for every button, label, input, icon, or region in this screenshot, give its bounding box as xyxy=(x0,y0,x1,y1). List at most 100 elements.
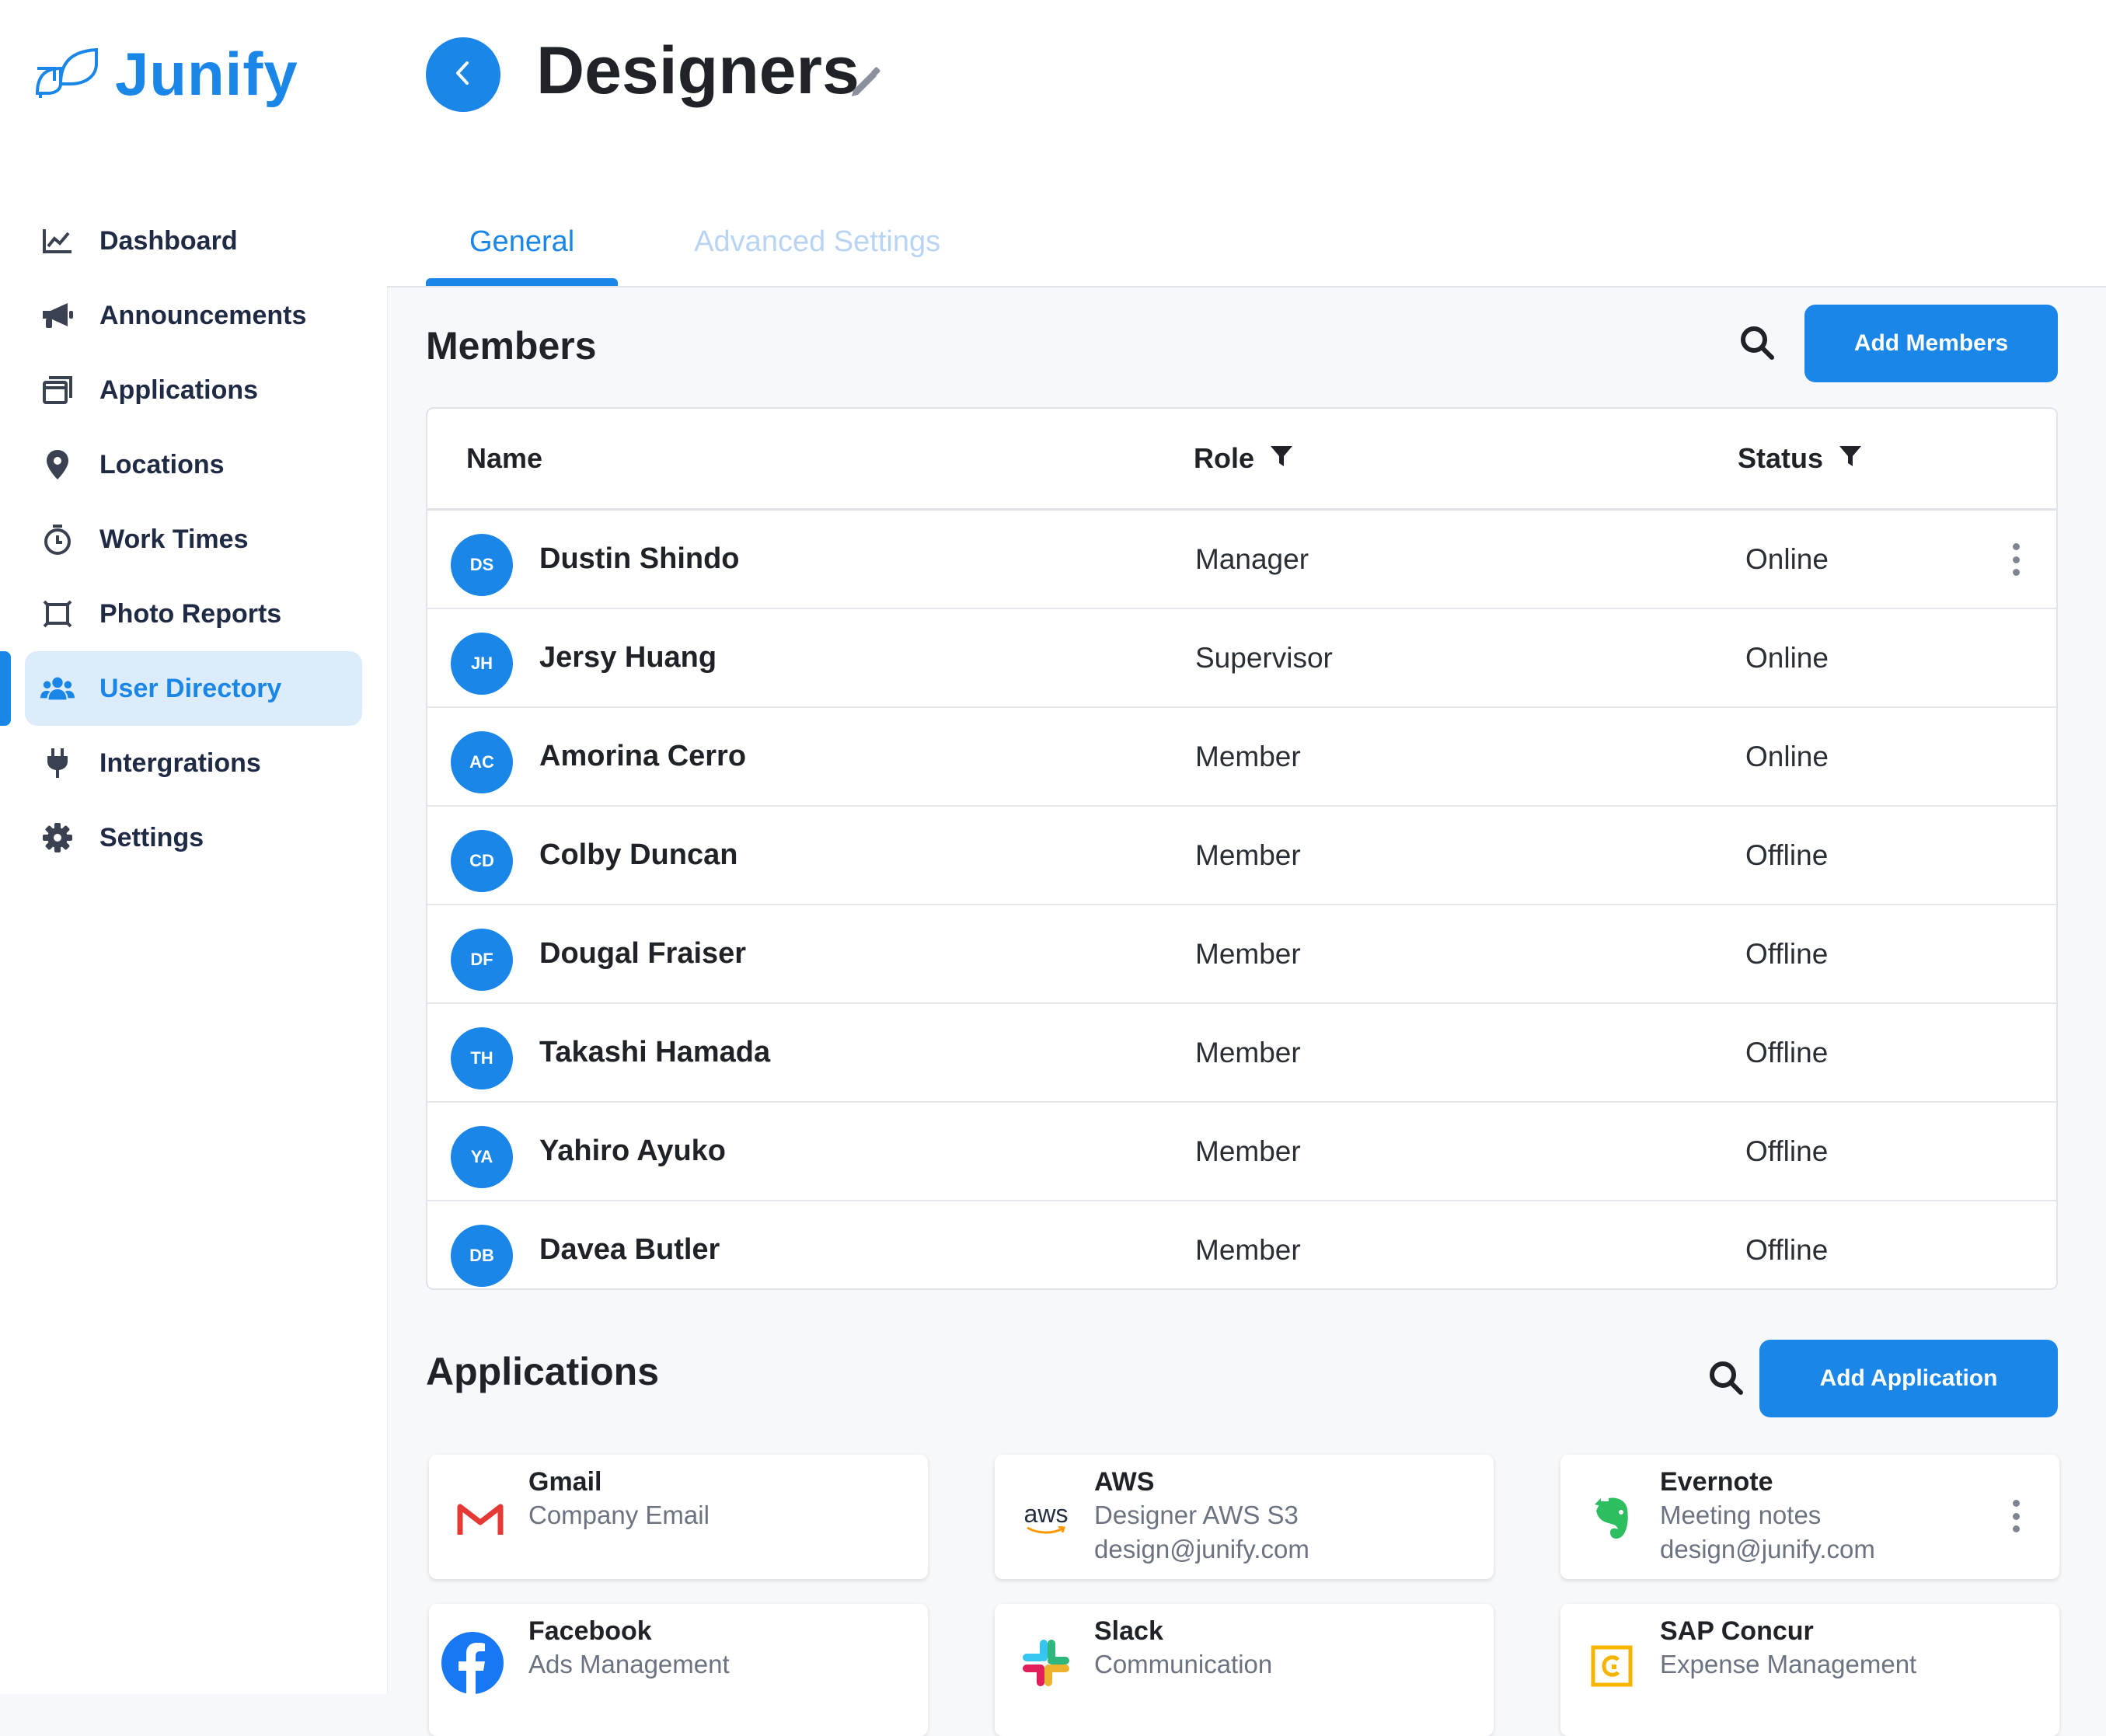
column-header-role[interactable]: Role xyxy=(1194,409,1293,508)
add-members-button[interactable]: Add Members xyxy=(1804,305,2058,382)
member-name: Yahiro Ayuko xyxy=(539,1135,727,1167)
app-card-facebook[interactable]: Facebook Ads Management xyxy=(429,1604,928,1736)
member-status: Online xyxy=(1745,740,1829,772)
column-role-label: Role xyxy=(1194,442,1255,474)
member-role: Member xyxy=(1195,937,1301,970)
app-card-gmail[interactable]: Gmail Company Email xyxy=(429,1455,928,1579)
sidebar-item-locations[interactable]: Locations xyxy=(25,427,362,502)
table-row[interactable]: TH Takashi Hamada Member Offline xyxy=(427,1004,2056,1103)
avatar: CD xyxy=(451,830,513,892)
page-title: Designers xyxy=(536,33,859,108)
applications-search-icon[interactable] xyxy=(1708,1360,1744,1400)
sidebar-item-photo-reports[interactable]: Photo Reports xyxy=(25,577,362,651)
app-card-slack[interactable]: Slack Communication xyxy=(995,1604,1494,1736)
brand-name: Junify xyxy=(115,40,298,108)
back-button[interactable] xyxy=(426,37,500,112)
app-name: Facebook xyxy=(528,1616,652,1646)
sidebar-item-user-directory[interactable]: User Directory xyxy=(0,651,362,726)
avatar: TH xyxy=(451,1027,513,1089)
members-search-icon[interactable] xyxy=(1739,325,1775,364)
plug-icon xyxy=(40,746,75,780)
member-role: Member xyxy=(1195,740,1301,772)
table-row[interactable]: JH Jersy Huang Supervisor Online xyxy=(427,609,2056,708)
stopwatch-icon xyxy=(40,522,75,556)
sidebar: Junify Dashboard Announcements Applicati… xyxy=(0,0,388,1694)
app-card-aws[interactable]: aws AWS Designer AWS S3 design@junify.co… xyxy=(995,1455,1494,1579)
sidebar-item-applications[interactable]: Applications xyxy=(25,353,362,427)
users-icon xyxy=(40,671,75,706)
app-name: Slack xyxy=(1094,1616,1163,1646)
member-status: Offline xyxy=(1745,1036,1829,1068)
member-name: Takashi Hamada xyxy=(539,1036,771,1068)
leaf-logo-icon xyxy=(34,45,101,103)
member-name: Dustin Shindo xyxy=(539,542,740,575)
member-name: Davea Butler xyxy=(539,1233,720,1266)
sidebar-item-label: Applications xyxy=(99,375,259,405)
map-pin-icon xyxy=(40,448,75,482)
column-header-name[interactable]: Name xyxy=(466,409,542,508)
sidebar-nav: Dashboard Announcements Applications Loc… xyxy=(0,204,387,875)
table-row[interactable]: DB Davea Butler Member Offline xyxy=(427,1201,2056,1288)
tab-advanced-settings[interactable]: Advanced Settings xyxy=(650,218,984,286)
avatar: YA xyxy=(451,1126,513,1188)
sidebar-item-label: Announcements xyxy=(99,300,307,330)
slack-icon xyxy=(1021,1638,1071,1688)
avatar: DB xyxy=(451,1225,513,1287)
app-account: design@junify.com xyxy=(1660,1535,1875,1563)
table-header: Name Role Status xyxy=(427,409,2056,511)
app-description: Ads Management xyxy=(528,1650,730,1678)
app-name: Gmail xyxy=(528,1467,602,1497)
member-name: Amorina Cerro xyxy=(539,740,747,772)
more-vertical-icon[interactable] xyxy=(2007,543,2025,576)
avatar: JH xyxy=(451,633,513,695)
member-role: Member xyxy=(1195,1036,1301,1068)
column-status-label: Status xyxy=(1738,442,1824,474)
sidebar-item-label: User Directory xyxy=(99,673,282,703)
member-role: Supervisor xyxy=(1195,641,1333,674)
app-account: design@junify.com xyxy=(1094,1535,1309,1563)
table-row[interactable]: YA Yahiro Ayuko Member Offline xyxy=(427,1103,2056,1201)
member-status: Offline xyxy=(1745,838,1829,871)
members-table: Name Role Status DS Dustin Shindo Manage… xyxy=(426,407,2058,1290)
member-role: Member xyxy=(1195,1233,1301,1266)
member-status: Online xyxy=(1745,641,1829,674)
sidebar-item-announcements[interactable]: Announcements xyxy=(25,278,362,353)
edit-pencil-icon[interactable] xyxy=(850,67,881,102)
member-status: Offline xyxy=(1745,937,1829,970)
app-description: Company Email xyxy=(528,1501,710,1529)
member-name: Jersy Huang xyxy=(539,641,717,674)
evernote-icon xyxy=(1587,1494,1637,1543)
sap-concur-icon xyxy=(1587,1641,1637,1691)
app-name: AWS xyxy=(1094,1467,1155,1497)
app-card-sap-concur[interactable]: SAP Concur Expense Management xyxy=(1560,1604,2059,1736)
app-card-evernote[interactable]: Evernote Meeting notes design@junify.com xyxy=(1560,1455,2059,1579)
table-row[interactable]: DF Dougal Fraiser Member Offline xyxy=(427,905,2056,1004)
table-row[interactable]: AC Amorina Cerro Member Online xyxy=(427,708,2056,807)
sidebar-item-work-times[interactable]: Work Times xyxy=(25,502,362,577)
more-vertical-icon[interactable] xyxy=(2007,1500,2025,1532)
column-name-label: Name xyxy=(466,442,543,474)
sidebar-item-label: Work Times xyxy=(99,524,249,554)
add-application-button[interactable]: Add Application xyxy=(1759,1340,2058,1417)
column-header-status[interactable]: Status xyxy=(1738,409,1862,508)
tab-bar: General Advanced Settings xyxy=(426,218,984,286)
sidebar-item-dashboard[interactable]: Dashboard xyxy=(25,204,362,278)
filter-icon[interactable] xyxy=(1270,442,1293,475)
sidebar-item-settings[interactable]: Settings xyxy=(25,800,362,875)
page-header: Designers General Advanced Settings xyxy=(387,0,2106,288)
brand-logo[interactable]: Junify xyxy=(34,39,298,110)
tab-general[interactable]: General xyxy=(426,218,619,286)
members-section-title: Members xyxy=(426,324,597,368)
member-status: Online xyxy=(1745,542,1829,575)
filter-icon[interactable] xyxy=(1839,442,1862,475)
table-row[interactable]: DS Dustin Shindo Manager Online xyxy=(427,511,2056,609)
member-role: Member xyxy=(1195,1135,1301,1167)
gear-icon xyxy=(40,821,75,855)
megaphone-icon xyxy=(40,298,75,333)
member-status: Offline xyxy=(1745,1233,1829,1266)
avatar: DF xyxy=(451,929,513,991)
sidebar-item-label: Settings xyxy=(99,822,204,852)
table-row[interactable]: CD Colby Duncan Member Offline xyxy=(427,807,2056,905)
sidebar-item-label: Dashboard xyxy=(99,225,238,256)
sidebar-item-intergrations[interactable]: Intergrations xyxy=(25,726,362,800)
